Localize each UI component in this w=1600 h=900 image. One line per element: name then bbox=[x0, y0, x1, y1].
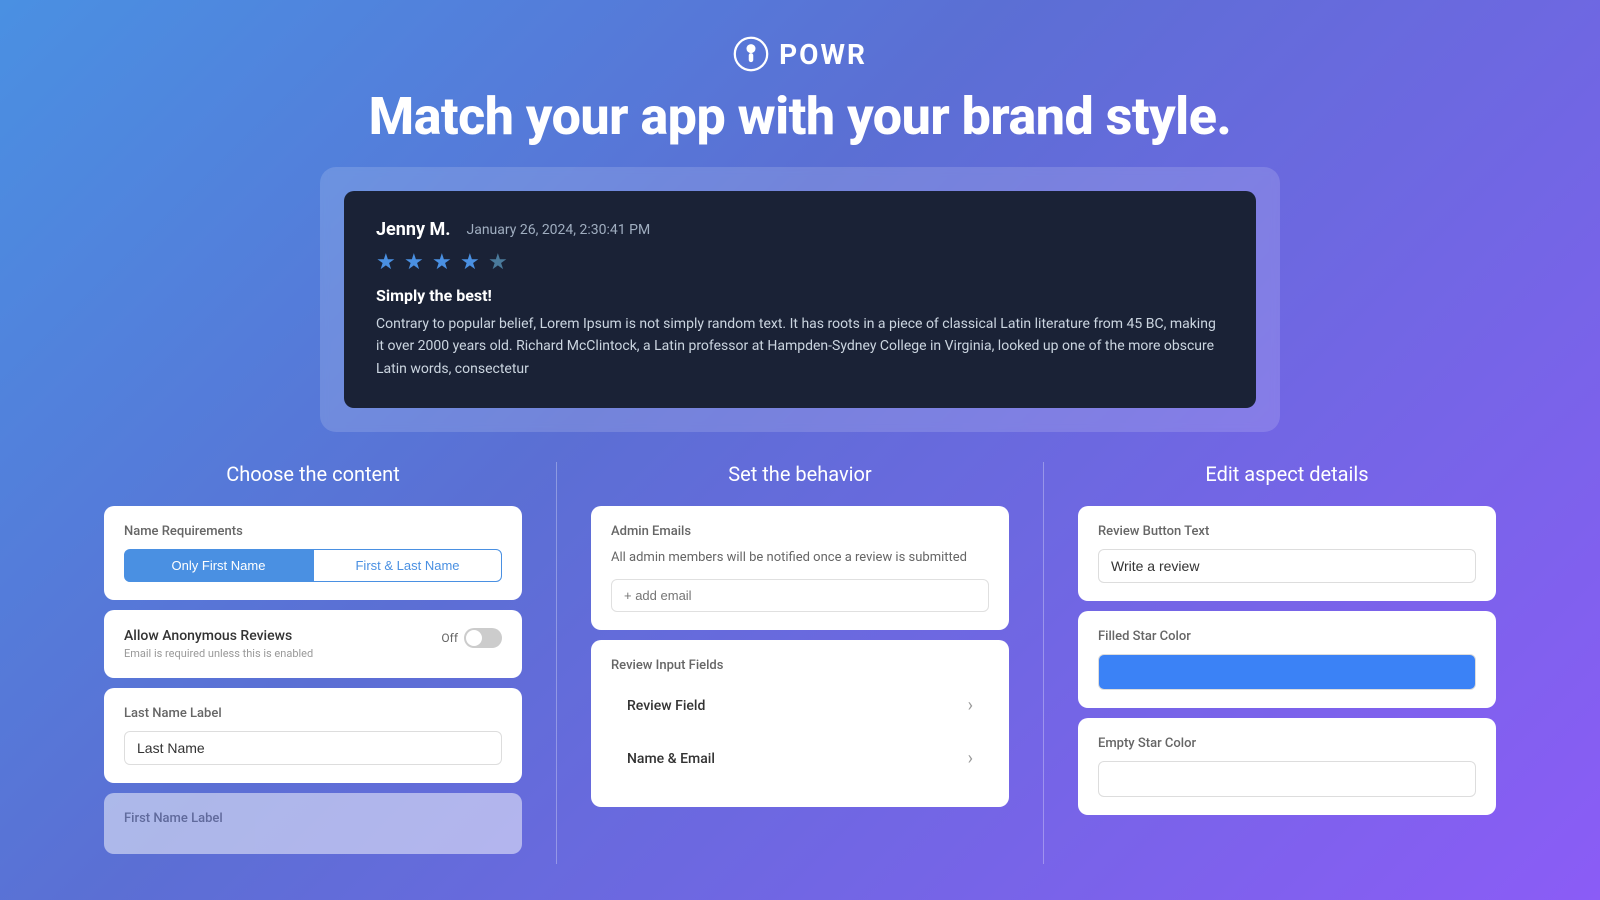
content-section-title: Choose the content bbox=[104, 462, 522, 486]
review-button-text-card: Review Button Text bbox=[1078, 506, 1496, 601]
review-field-row[interactable]: Review Field › bbox=[611, 683, 989, 728]
star-rating: ★ ★ ★ ★ ★ bbox=[376, 250, 1224, 274]
review-header: Jenny M. January 26, 2024, 2:30:41 PM bbox=[376, 219, 1224, 240]
admin-emails-label: Admin Emails bbox=[611, 524, 989, 539]
review-input-fields-label: Review Input Fields bbox=[611, 658, 989, 673]
review-body: Contrary to popular belief, Lorem Ipsum … bbox=[376, 313, 1224, 380]
name-requirements-card: Name Requirements Only First Name First … bbox=[104, 506, 522, 600]
allow-anonymous-label: Allow Anonymous Reviews bbox=[124, 628, 313, 644]
empty-star-color-label: Empty Star Color bbox=[1098, 736, 1476, 751]
only-first-name-button[interactable]: Only First Name bbox=[124, 549, 313, 582]
switch-knob bbox=[466, 630, 482, 646]
switch-track[interactable] bbox=[464, 628, 502, 648]
allow-anonymous-sublabel: Email is required unless this is enabled bbox=[124, 647, 313, 660]
empty-star-color-card: Empty Star Color bbox=[1078, 718, 1496, 815]
behavior-section-title: Set the behavior bbox=[591, 462, 1009, 486]
divider-1 bbox=[556, 462, 557, 864]
filled-star-color-swatch[interactable] bbox=[1098, 654, 1476, 690]
first-last-name-button[interactable]: First & Last Name bbox=[313, 549, 502, 582]
review-input-fields-card: Review Input Fields Review Field › Name … bbox=[591, 640, 1009, 807]
add-email-input[interactable] bbox=[611, 579, 989, 612]
reviewer-name: Jenny M. bbox=[376, 219, 450, 240]
star-5: ★ bbox=[488, 250, 512, 274]
name-requirements-toggle-group: Only First Name First & Last Name bbox=[124, 549, 502, 582]
star-2: ★ bbox=[404, 250, 428, 274]
aspect-section-title: Edit aspect details bbox=[1078, 462, 1496, 486]
star-4: ★ bbox=[460, 250, 484, 274]
content-section: Choose the content Name Requirements Onl… bbox=[80, 462, 546, 864]
name-requirements-label: Name Requirements bbox=[124, 524, 502, 539]
preview-area: Jenny M. January 26, 2024, 2:30:41 PM ★ … bbox=[320, 167, 1280, 432]
first-name-label-heading: First Name Label bbox=[124, 811, 502, 826]
last-name-input[interactable] bbox=[124, 731, 502, 765]
name-email-row[interactable]: Name & Email › bbox=[611, 736, 989, 781]
allow-anonymous-row: Allow Anonymous Reviews Email is require… bbox=[124, 628, 502, 660]
headline: Match your app with your brand style. bbox=[0, 86, 1600, 147]
review-field-chevron-icon: › bbox=[968, 695, 973, 716]
bottom-sections: Choose the content Name Requirements Onl… bbox=[0, 432, 1600, 864]
name-email-chevron-icon: › bbox=[968, 748, 973, 769]
powr-logo-icon bbox=[733, 36, 769, 72]
admin-emails-card: Admin Emails All admin members will be n… bbox=[591, 506, 1009, 630]
last-name-label-heading: Last Name Label bbox=[124, 706, 502, 721]
last-name-label-card: Last Name Label bbox=[104, 688, 522, 783]
allow-anonymous-card: Allow Anonymous Reviews Email is require… bbox=[104, 610, 522, 678]
aspect-section: Edit aspect details Review Button Text F… bbox=[1054, 462, 1520, 864]
review-card: Jenny M. January 26, 2024, 2:30:41 PM ★ … bbox=[344, 191, 1256, 408]
allow-anonymous-info: Allow Anonymous Reviews Email is require… bbox=[124, 628, 313, 660]
first-name-label-card: First Name Label bbox=[104, 793, 522, 854]
divider-2 bbox=[1043, 462, 1044, 864]
logo-text: POWR bbox=[779, 38, 867, 71]
star-3: ★ bbox=[432, 250, 456, 274]
toggle-off-label: Off bbox=[441, 631, 458, 645]
review-date: January 26, 2024, 2:30:41 PM bbox=[466, 222, 650, 238]
admin-emails-desc: All admin members will be notified once … bbox=[611, 549, 989, 567]
filled-star-color-card: Filled Star Color bbox=[1078, 611, 1496, 708]
review-field-label: Review Field bbox=[627, 698, 705, 714]
star-1: ★ bbox=[376, 250, 400, 274]
allow-anonymous-toggle[interactable]: Off bbox=[441, 628, 502, 648]
behavior-section: Set the behavior Admin Emails All admin … bbox=[567, 462, 1033, 864]
filled-star-color-label: Filled Star Color bbox=[1098, 629, 1476, 644]
header: POWR Match your app with your brand styl… bbox=[0, 0, 1600, 167]
logo: POWR bbox=[0, 36, 1600, 72]
empty-star-color-swatch[interactable] bbox=[1098, 761, 1476, 797]
review-title: Simply the best! bbox=[376, 286, 1224, 305]
review-button-text-label: Review Button Text bbox=[1098, 524, 1476, 539]
review-button-text-input[interactable] bbox=[1098, 549, 1476, 583]
name-email-label: Name & Email bbox=[627, 751, 715, 767]
